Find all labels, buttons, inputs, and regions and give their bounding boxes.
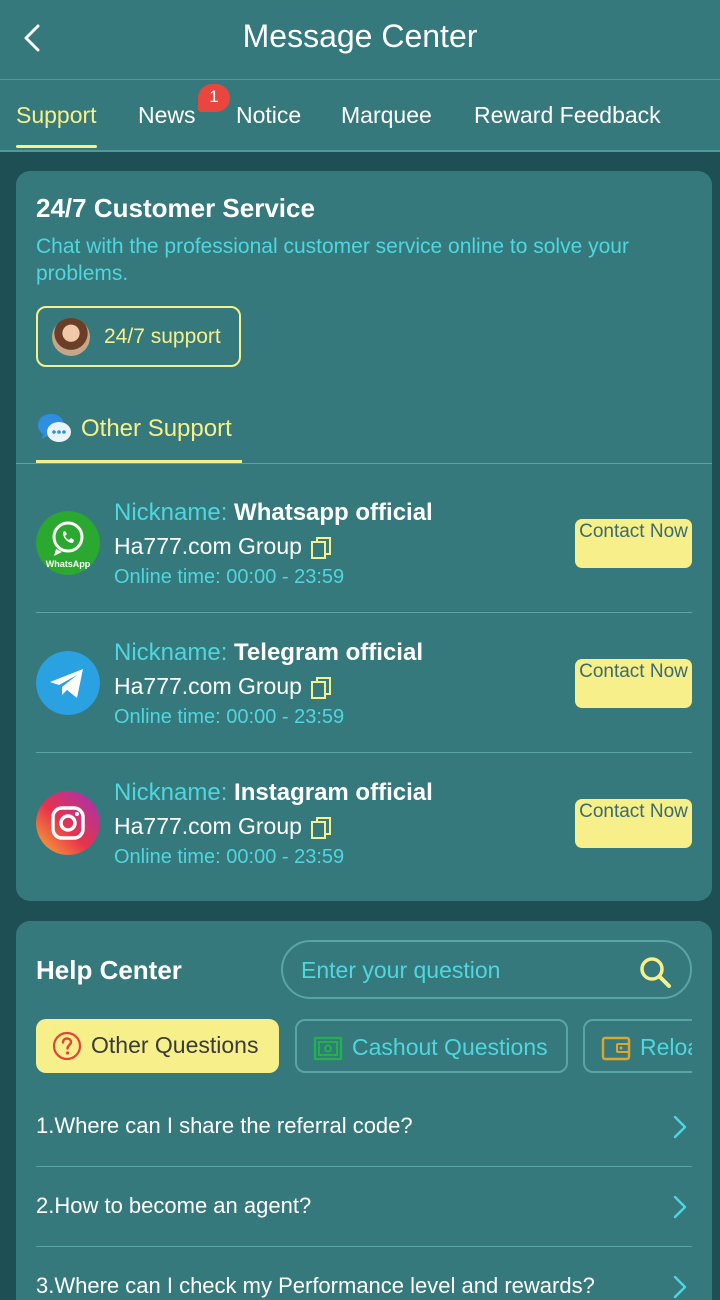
category-label: Other Questions xyxy=(91,1032,259,1058)
customer-service-card: 24/7 Customer Service Chat with the prof… xyxy=(16,171,712,901)
category-other-questions[interactable]: Other Questions xyxy=(36,1019,279,1073)
support-24-7-button[interactable]: 24/7 support xyxy=(36,306,241,367)
contact-now-button[interactable]: Contact Now xyxy=(575,659,692,708)
support-button-label: 24/7 support xyxy=(104,325,221,348)
copy-icon[interactable] xyxy=(310,816,332,840)
contact-online-time: Online time: 00:00 - 23:59 xyxy=(114,706,345,728)
tab-notice[interactable]: Notice xyxy=(236,80,301,150)
divider xyxy=(16,463,712,464)
faq-question: 1.Where can I share the referral code? xyxy=(36,1113,413,1138)
contact-nickname: Nickname: Whatsapp official xyxy=(114,499,433,526)
help-center-title: Help Center xyxy=(36,955,182,985)
question-circle-icon xyxy=(52,1031,82,1061)
contact-group: Ha777.com Group xyxy=(114,533,332,560)
cash-icon xyxy=(313,1036,343,1061)
contact-item-whatsapp: WhatsApp Nickname: Whatsapp official Ha7… xyxy=(36,473,692,613)
faq-question: 3.Where can I check my Performance level… xyxy=(36,1273,595,1298)
chevron-right-icon xyxy=(673,1195,687,1219)
contact-online-time: Online time: 00:00 - 23:59 xyxy=(114,566,345,588)
faq-item[interactable]: 3.Where can I check my Performance level… xyxy=(36,1247,692,1300)
other-support-label: Other Support xyxy=(81,415,232,442)
category-reload-questions[interactable]: Reload Questions xyxy=(583,1019,692,1073)
other-support-tab[interactable]: Other Support xyxy=(36,409,242,463)
contact-now-button[interactable]: Contact Now xyxy=(575,519,692,568)
chevron-right-icon xyxy=(673,1115,687,1139)
contact-nickname: Nickname: Telegram official xyxy=(114,639,423,666)
news-unread-badge: 1 xyxy=(198,84,230,112)
tab-support[interactable]: Support xyxy=(16,80,97,150)
telegram-icon xyxy=(36,651,100,715)
instagram-icon xyxy=(36,791,100,855)
whatsapp-caption: WhatsApp xyxy=(46,559,91,569)
search-box xyxy=(281,940,692,999)
agent-avatar xyxy=(52,318,90,356)
contact-group: Ha777.com Group xyxy=(114,813,332,840)
help-center-card: Help Center Other Questions Cashout Ques… xyxy=(16,921,712,1300)
contact-nickname: Nickname: Instagram official xyxy=(114,779,433,806)
faq-item[interactable]: 1.Where can I share the referral code? xyxy=(36,1087,692,1167)
chat-bubble-icon xyxy=(38,414,71,442)
tab-bar: Support News Notice Marquee Reward Feedb… xyxy=(0,80,720,152)
contact-item-instagram: Nickname: Instagram official Ha777.com G… xyxy=(36,753,692,893)
tab-news[interactable]: News xyxy=(138,80,196,150)
search-icon[interactable] xyxy=(638,955,672,989)
customer-service-title: 24/7 Customer Service xyxy=(36,193,315,223)
copy-icon[interactable] xyxy=(310,536,332,560)
tab-reward-feedback[interactable]: Reward Feedback xyxy=(474,80,661,150)
category-label: Cashout Questions xyxy=(352,1034,548,1060)
tab-marquee[interactable]: Marquee xyxy=(341,80,432,150)
chevron-right-icon xyxy=(673,1275,687,1299)
header-bar: Message Center xyxy=(0,0,720,80)
category-cashout-questions[interactable]: Cashout Questions xyxy=(295,1019,568,1073)
faq-question: 2.How to become an agent? xyxy=(36,1193,312,1218)
search-input[interactable] xyxy=(301,950,621,990)
whatsapp-icon: WhatsApp xyxy=(36,511,100,575)
faq-item[interactable]: 2.How to become an agent? xyxy=(36,1167,692,1247)
contact-online-time: Online time: 00:00 - 23:59 xyxy=(114,846,345,868)
copy-icon[interactable] xyxy=(310,676,332,700)
contact-item-telegram: Nickname: Telegram official Ha777.com Gr… xyxy=(36,613,692,753)
wallet-icon xyxy=(601,1036,631,1061)
contact-group: Ha777.com Group xyxy=(114,673,332,700)
category-label: Reload Questions xyxy=(640,1034,692,1060)
page-title: Message Center xyxy=(242,18,478,54)
question-category-tabs: Other Questions Cashout Questions Reload… xyxy=(36,1019,692,1075)
contact-now-button[interactable]: Contact Now xyxy=(575,799,692,848)
customer-service-description: Chat with the professional customer serv… xyxy=(36,235,629,285)
